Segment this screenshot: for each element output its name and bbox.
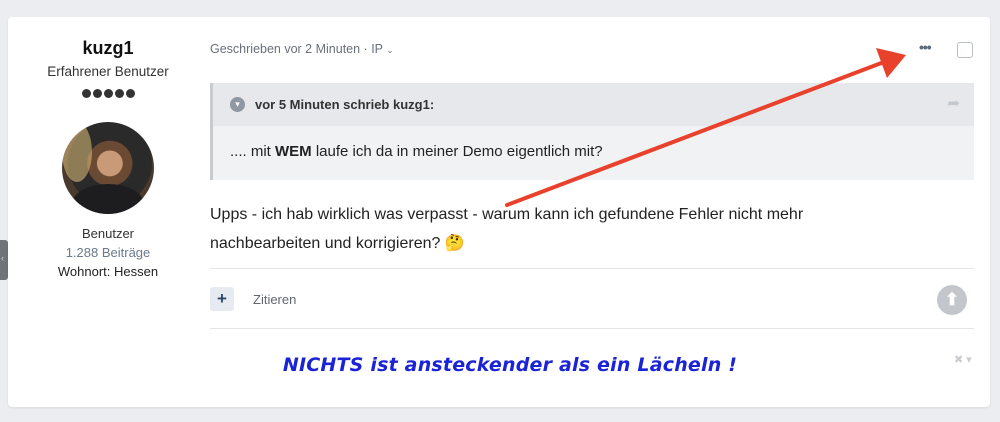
quote-header[interactable]: ▾ vor 5 Minuten schrieb kuzg1: ➦ [213,83,974,126]
author-group: Benutzer [81,226,135,241]
rank-pip [114,89,124,98]
author-rank: Erfahrener Benutzer [47,64,169,79]
select-post-checkbox[interactable] [957,42,973,58]
hide-signature-button[interactable]: ✖ ▾ [954,353,972,366]
quote-button[interactable]: Zitieren [253,292,296,307]
divider [210,268,974,269]
quote-citation: vor 5 Minuten schrieb kuzg1: [255,97,435,112]
sidebar-toggle-tab[interactable]: ‹ [0,240,8,280]
rank-pips [8,85,208,103]
close-icon: ✖ ▾ [954,354,972,366]
author-name[interactable]: kuzg1 [8,38,208,59]
rank-pip [81,89,91,98]
scroll-to-top-button[interactable]: ⬆ [937,285,967,315]
more-options-button[interactable]: ••• [919,39,932,55]
quote-text: .... mit WEM laufe ich da in meiner Demo… [230,143,603,160]
post-meta-text: Geschrieben vor 2 Minuten · IP [210,42,383,56]
quote-block: ▾ vor 5 Minuten schrieb kuzg1: ➦ .... mi… [210,83,974,180]
post-card: kuzg1 Erfahrener Benutzer Benutzer 1.288… [8,17,990,407]
post-body-line: Upps - ich hab wirklich was verpasst - w… [210,206,804,223]
avatar[interactable] [62,122,154,214]
more-horizontal-icon: ••• [919,39,932,55]
chevron-down-icon[interactable]: ▾ [230,97,245,112]
chevron-down-icon: ⌄ [386,45,394,55]
chevron-right-icon: ‹ [1,253,4,263]
signature-text: NICHTS ist ansteckender als ein Lächeln … [282,354,738,376]
avatar-shirt [72,184,144,214]
avatar-background [62,122,92,182]
rank-pip [103,89,113,98]
quote-text-before: .... mit [230,143,275,160]
arrow-up-icon: ⬆ [944,290,960,309]
post-body-line: nachbearbeiten und korrigieren? 🤔 [210,235,465,252]
post-body: Upps - ich hab wirklich was verpasst - w… [210,200,910,258]
author-location: Wohnort: Hessen [57,264,159,279]
quote-text-bold: WEM [275,143,312,160]
share-icon[interactable]: ➦ [947,94,960,112]
quote-text-after: laufe ich da in meiner Demo eigentlich m… [311,143,603,160]
divider [210,328,974,329]
post-meta[interactable]: Geschrieben vor 2 Minuten · IP ⌄ [210,42,394,56]
author-post-count[interactable]: 1.288 Beiträge [8,245,208,260]
rank-pip [92,89,102,98]
add-multiquote-button[interactable]: + [210,287,234,311]
rank-pip [125,89,135,98]
